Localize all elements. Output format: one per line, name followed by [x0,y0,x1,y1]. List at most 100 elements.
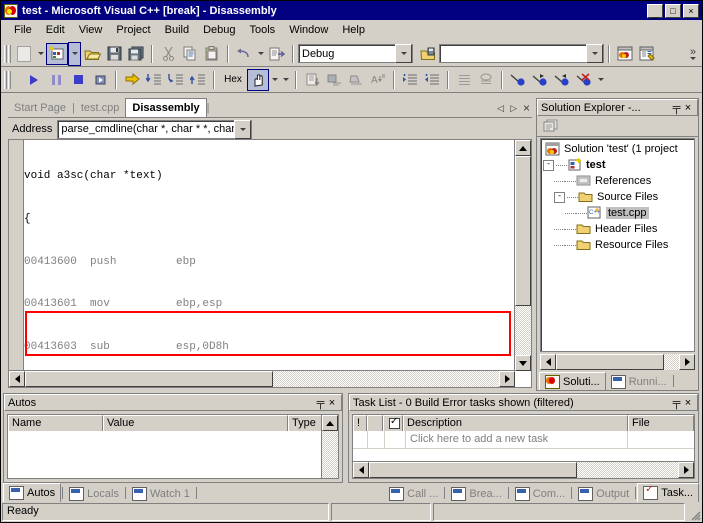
step-into-button[interactable] [143,69,165,91]
expander-collapse-icon[interactable]: - [543,159,554,171]
code-hscroll-thumb[interactable] [25,371,273,387]
disable-breakpoint-icon[interactable] [551,69,573,91]
task-column-description[interactable]: Description [403,415,628,431]
close-button[interactable]: × [683,3,699,18]
autos-column-value[interactable]: Value [103,415,288,431]
code-scroll-down-button[interactable] [515,355,531,371]
task-placeholder-row[interactable]: Click here to add a new task [353,431,694,449]
solex-scroll-left-button[interactable] [540,354,556,370]
new-project-icon[interactable] [46,42,68,65]
toggle-breakpoint-icon[interactable] [507,69,529,91]
menu-edit[interactable]: Edit [39,22,72,38]
solex-hscroll-thumb[interactable] [556,354,664,370]
code-scroll-up-button[interactable] [515,140,531,156]
task-list-grid[interactable]: ! Description File Click here to add a n… [352,414,695,479]
show-all-files-icon[interactable] [301,69,323,91]
decrease-indent-icon[interactable] [421,69,443,91]
tab-call-stack[interactable]: Call ... [384,485,444,502]
hand-tool-button[interactable] [247,68,269,91]
solex-hscroll-trough[interactable] [556,354,679,370]
navigate-icon[interactable] [266,43,288,65]
autos-column-name[interactable]: Name [8,415,103,431]
pin-icon[interactable]: ╤ [671,397,682,409]
solution-explorer-hscrollbar[interactable] [540,354,695,370]
tab-output[interactable]: Output [573,485,635,502]
autos-grid[interactable]: Name Value Type [7,414,339,479]
task-placeholder-text[interactable]: Click here to add a new task [406,431,628,448]
code-vscroll-trough[interactable] [515,156,531,355]
tree-item-references[interactable]: References [543,173,694,189]
address-input[interactable]: parse_cmdline(char *, char * *, char * [61,123,234,135]
menu-tools[interactable]: Tools [243,22,283,38]
address-combo[interactable]: parse_cmdline(char *, char * *, char * [57,119,253,139]
tree-item-test-cpp[interactable]: C++ test.cpp [543,205,694,221]
hexadecimal-display-button[interactable]: Hex [219,69,247,91]
stop-debugging-button[interactable] [67,69,89,91]
configuration-combo[interactable]: Debug [298,44,413,63]
find-in-files-icon[interactable] [417,43,439,65]
undo-icon[interactable] [233,43,255,65]
save-all-icon[interactable] [125,43,147,65]
tag-info-icon[interactable] [323,69,345,91]
disassembly-pane[interactable]: void a3sc(char *text) { 00413600 push ebp… [8,139,532,388]
properties-icon[interactable] [541,117,561,135]
task-column-priority[interactable]: ! [353,415,367,431]
autos-vscroll-trough[interactable] [322,431,338,478]
toolbar-overflow-button[interactable]: » [690,46,696,60]
tab-watch-1[interactable]: Watch 1 [126,485,195,502]
code-scroll-right-button[interactable] [499,371,515,387]
code-hscroll-trough[interactable] [25,371,499,387]
task-column-checkbox[interactable] [383,415,403,431]
menu-file[interactable]: File [7,22,39,38]
configuration-chevron-down-icon[interactable] [395,44,412,63]
increase-indent-icon[interactable] [399,69,421,91]
menu-window[interactable]: Window [282,22,335,38]
list-members-icon[interactable] [345,69,367,91]
tab-command-window[interactable]: Com... [509,485,571,502]
break-all-button[interactable] [45,69,67,91]
code-scroll-area[interactable]: void a3sc(char *text) { 00413600 push ebp… [24,140,514,370]
delete-all-breakpoints-icon[interactable] [573,69,595,91]
new-item-dropdown-icon[interactable] [13,43,35,65]
code-vscroll-thumb[interactable] [515,156,531,306]
task-scroll-right-button[interactable] [678,462,694,478]
menu-debug[interactable]: Debug [196,22,242,38]
save-icon[interactable] [103,43,125,65]
tab-solution-explorer[interactable]: Soluti... [539,372,606,390]
menu-help[interactable]: Help [335,22,372,38]
code-horizontal-scrollbar[interactable] [9,370,515,387]
copy-icon[interactable] [179,43,201,65]
tab-start-page[interactable]: Start Page [8,100,72,117]
tab-close-icon[interactable]: × [523,101,530,115]
code-gutter[interactable] [9,140,24,387]
resize-grip[interactable] [687,503,701,521]
new-project-chevron-down-icon[interactable] [68,41,81,66]
tab-task-list[interactable]: Task... [637,483,699,502]
find-chevron-down-icon[interactable] [586,44,603,63]
tree-item-project-test[interactable]: - test [543,157,694,173]
properties-window-icon[interactable] [636,43,658,65]
pin-icon[interactable]: ╤ [315,397,326,409]
autos-scroll-up-button[interactable] [322,415,338,431]
task-list-close-icon[interactable]: × [682,397,694,409]
task-hscroll-trough[interactable] [369,462,678,478]
tab-test-cpp[interactable]: test.cpp [74,100,126,117]
menu-view[interactable]: View [72,22,110,38]
solution-tree[interactable]: Solution 'test' (1 project - test Refere… [540,138,695,352]
show-next-statement-button[interactable] [121,69,143,91]
tab-autos[interactable]: Autos [3,483,62,502]
find-combo[interactable] [439,44,604,63]
new-item-chevron-down-icon[interactable] [35,43,46,65]
tab-breakpoints[interactable]: Brea... [446,485,507,502]
tree-item-solution[interactable]: Solution 'test' (1 project [543,141,694,157]
debug-toolbar-grip[interactable] [4,70,11,89]
tree-item-header-files[interactable]: Header Files [543,221,694,237]
menu-project[interactable]: Project [109,22,157,38]
paste-icon[interactable] [201,43,223,65]
tree-item-resource-files[interactable]: Resource Files [543,237,694,253]
undo-chevron-down-icon[interactable] [255,43,266,65]
tab-running-documents[interactable]: Runni... [605,374,672,390]
breakpoints-chevron-down-icon[interactable] [595,69,606,91]
task-scroll-left-button[interactable] [353,462,369,478]
restart-button[interactable] [89,69,111,91]
